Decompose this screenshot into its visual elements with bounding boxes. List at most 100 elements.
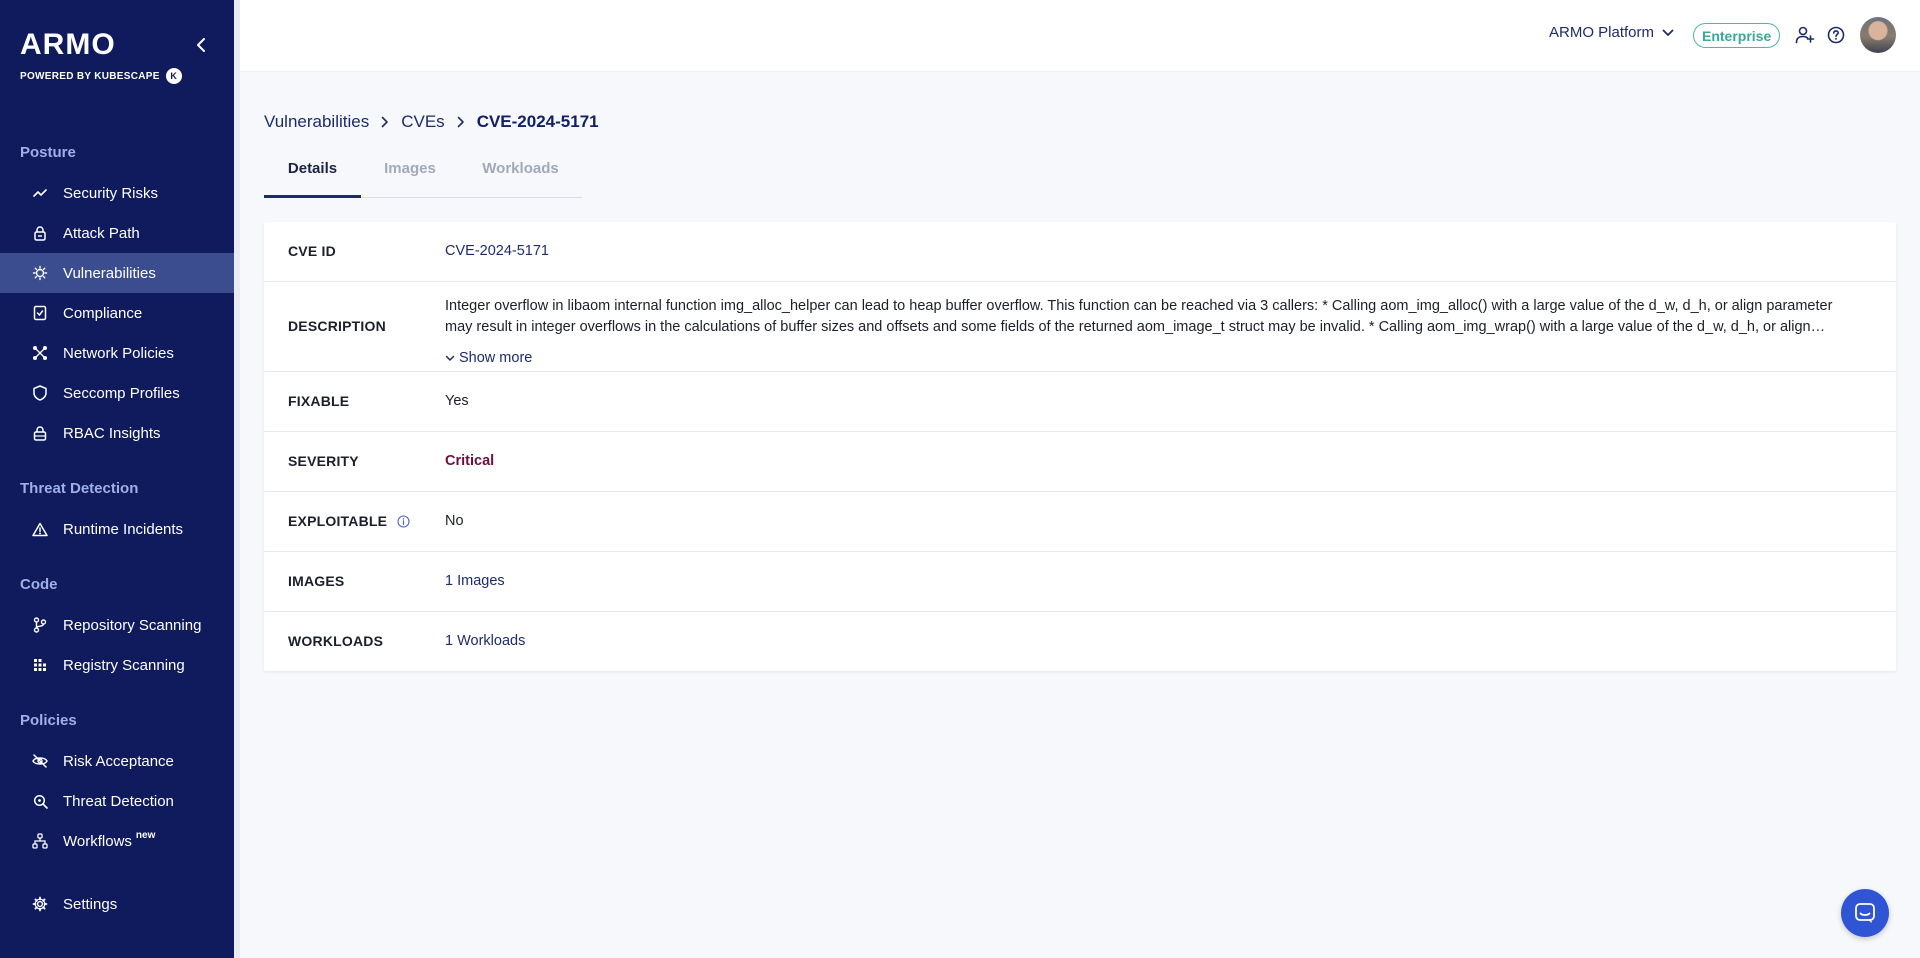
user-avatar[interactable] (1860, 17, 1896, 53)
sidebar-item-attack-path[interactable]: Attack Path (0, 213, 234, 253)
tab-details[interactable]: Details (264, 160, 361, 198)
brand-name: ARMO (20, 28, 116, 61)
sidebar-item-label: Network Policies (63, 344, 174, 362)
cve-id-value[interactable]: CVE-2024-5171 (445, 243, 549, 259)
new-badge: new (135, 829, 156, 841)
severity-value: Critical (445, 453, 495, 469)
sidebar-item-network-policies[interactable]: Network Policies (0, 333, 234, 373)
eye-off-icon (32, 753, 48, 769)
images-link[interactable]: 1 Images (445, 573, 505, 589)
trend-icon (32, 185, 48, 201)
sidebar-item-security-risks[interactable]: Security Risks (0, 173, 234, 213)
sidebar-item-vulnerabilities[interactable]: Vulnerabilities (0, 253, 234, 293)
plan-badge[interactable]: Enterprise (1693, 23, 1781, 48)
images-label: IMAGES (288, 573, 345, 589)
sidebar-divider (234, 0, 240, 958)
severity-label: SEVERITY (288, 453, 359, 469)
sidebar-item-registry-scanning[interactable]: Registry Scanning (0, 645, 234, 685)
breadcrumb-vulnerabilities[interactable]: Vulnerabilities (264, 112, 369, 132)
sidebar-item-label: Runtime Incidents (63, 520, 184, 538)
workloads-link[interactable]: 1 Workloads (445, 633, 525, 649)
armo-logo[interactable]: ARMO POWERED BY KUBESCAPE K (20, 30, 182, 84)
add-user-icon (1795, 26, 1815, 44)
fixable-value: Yes (445, 393, 469, 409)
sidebar-item-label: Risk Acceptance (63, 752, 174, 770)
collapse-sidebar-button[interactable] (192, 36, 210, 54)
breadcrumb-current-cve: CVE-2024-5171 (476, 112, 599, 131)
chevron-right-icon (457, 116, 465, 128)
powered-by-text: POWERED BY KUBESCAPE (20, 70, 160, 82)
chat-icon (1855, 903, 1875, 923)
sidebar-item-compliance[interactable]: Compliance (0, 293, 234, 333)
row-severity: SEVERITY Critical (264, 432, 1896, 492)
chevron-right-icon (381, 116, 389, 128)
sidebar-item-label: Settings (63, 895, 118, 913)
sidebar-item-rbac-insights[interactable]: RBAC Insights (0, 413, 234, 453)
sidebar-item-label: Security Risks (63, 184, 159, 202)
sidebar-item-runtime-incidents[interactable]: Runtime Incidents (0, 509, 234, 549)
row-workloads: WORKLOADS 1 Workloads (264, 612, 1896, 671)
sidebar-item-label: Attack Path (63, 224, 140, 242)
help-icon (1827, 26, 1845, 44)
chevron-down-icon (1662, 29, 1674, 36)
info-icon[interactable] (397, 514, 410, 528)
section-title-threat-detection: Threat Detection (20, 480, 139, 497)
row-exploitable: EXPLOITABLE No (264, 492, 1896, 552)
section-title-code: Code (20, 576, 58, 593)
exploitable-label-group: EXPLOITABLE (288, 513, 410, 529)
sidebar-item-label: Seccomp Profiles (63, 384, 180, 402)
sidebar-item-risk-acceptance[interactable]: Risk Acceptance (0, 741, 234, 781)
row-images: IMAGES 1 Images (264, 552, 1896, 612)
section-title-policies: Policies (20, 712, 77, 729)
sidebar-item-label: RBAC Insights (63, 424, 161, 442)
description-value: Integer overflow in libaom internal func… (445, 296, 1845, 338)
workloads-label: WORKLOADS (288, 633, 384, 649)
exploitable-label: EXPLOITABLE (288, 513, 388, 529)
compliance-doc-icon (32, 305, 48, 321)
shield-icon (32, 385, 48, 401)
sidebar-item-label: Vulnerabilities (63, 264, 156, 282)
cve-id-label: CVE ID (288, 243, 336, 259)
lock-icon (32, 425, 48, 441)
sidebar: ARMO POWERED BY KUBESCAPE K Posture Secu… (0, 0, 234, 958)
breadcrumb: Vulnerabilities CVEs CVE-2024-5171 (264, 112, 599, 132)
chevron-down-icon (445, 355, 455, 361)
sidebar-item-label: Workflows (63, 832, 132, 850)
registry-icon (32, 657, 48, 673)
cve-details-card: CVE ID CVE-2024-5171 DESCRIPTION Integer… (264, 222, 1896, 671)
sidebar-item-seccomp-profiles[interactable]: Seccomp Profiles (0, 373, 234, 413)
gear-icon (32, 896, 48, 912)
org-switcher[interactable]: ARMO Platform (1549, 24, 1674, 41)
workflow-icon (32, 833, 48, 849)
brand-tagline: POWERED BY KUBESCAPE K (20, 68, 182, 84)
show-more-button[interactable]: Show more (445, 350, 532, 366)
breadcrumb-cves[interactable]: CVEs (401, 112, 444, 132)
row-fixable: FIXABLE Yes (264, 372, 1896, 432)
tab-workloads[interactable]: Workloads (459, 160, 582, 198)
warning-icon (32, 521, 48, 537)
org-name: ARMO Platform (1549, 24, 1655, 41)
sidebar-item-threat-detection-policies[interactable]: Threat Detection (0, 781, 234, 821)
invite-user-button[interactable] (1794, 24, 1816, 46)
network-icon (32, 345, 48, 361)
fixable-label: FIXABLE (288, 393, 350, 409)
exploitable-value: No (445, 513, 464, 529)
description-label: DESCRIPTION (288, 318, 386, 334)
row-cve-id: CVE ID CVE-2024-5171 (264, 222, 1896, 282)
sidebar-item-label: Compliance (63, 304, 143, 322)
sidebar-item-label: Repository Scanning (63, 616, 202, 634)
git-branch-icon (32, 617, 48, 633)
kubescape-icon: K (165, 68, 182, 84)
top-header: ARMO Platform Enterprise (240, 0, 1920, 72)
lock-path-icon (32, 225, 48, 241)
chat-launcher-button[interactable] (1841, 889, 1889, 937)
sidebar-item-repository-scanning[interactable]: Repository Scanning (0, 605, 234, 645)
section-title-posture: Posture (20, 144, 76, 161)
sidebar-item-settings[interactable]: Settings (0, 884, 234, 924)
sidebar-item-workflows[interactable]: Workflows new (0, 821, 234, 861)
chevron-left-icon (197, 38, 205, 52)
tab-images[interactable]: Images (361, 160, 459, 198)
help-button[interactable] (1825, 24, 1847, 46)
sidebar-item-label: Threat Detection (63, 792, 174, 810)
sidebar-item-label: Registry Scanning (63, 656, 185, 674)
